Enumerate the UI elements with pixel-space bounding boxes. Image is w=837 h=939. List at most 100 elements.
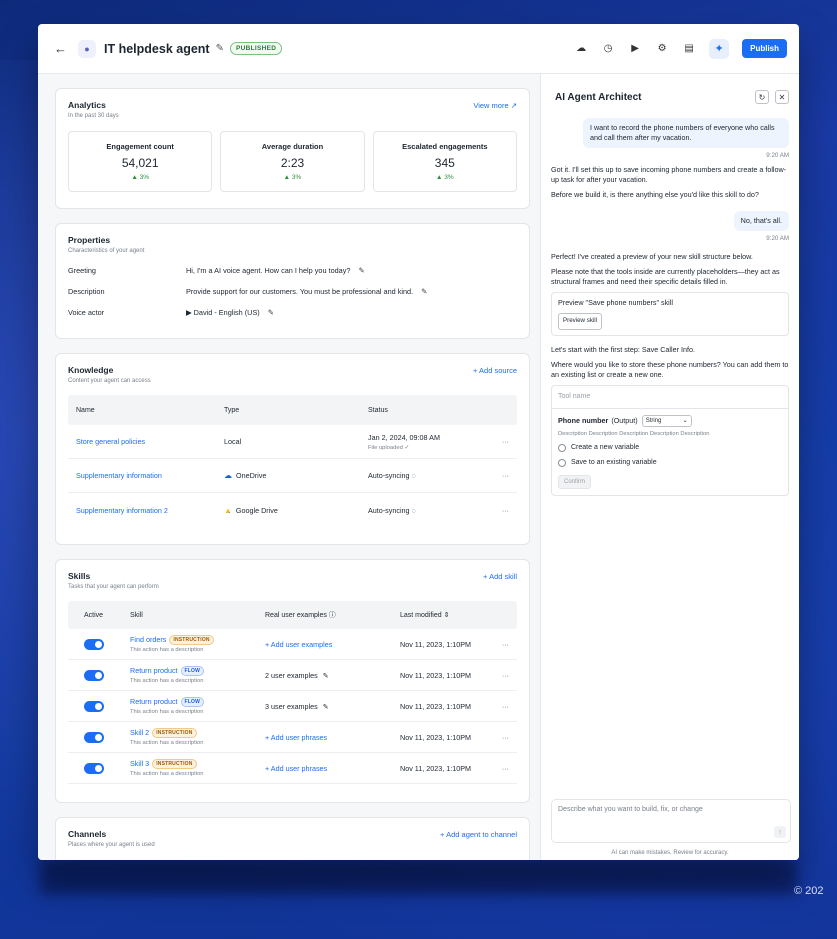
active-toggle[interactable] — [84, 700, 104, 712]
ai-disclaimer: AI can make mistakes. Review for accurac… — [611, 850, 729, 856]
cloud-icon[interactable]: ☁ — [574, 43, 588, 54]
radio-option[interactable]: Save to an existing variable — [558, 458, 782, 468]
radio-button[interactable] — [558, 444, 566, 453]
properties-subtitle: Characteristics of your agent — [68, 248, 145, 254]
property-value: Provide support for our customers. You m… — [186, 287, 414, 296]
add-user-phrases-link[interactable]: + Add user phrases — [265, 764, 400, 773]
tool-name-input[interactable]: Tool name — [552, 386, 788, 409]
add-user-phrases-link[interactable]: + Add user phrases — [265, 733, 400, 742]
add-agent-to-channel-link[interactable]: + Add agent to channel — [440, 830, 517, 839]
assistant-text: Where would you like to store these phon… — [551, 359, 789, 379]
active-toggle[interactable] — [84, 762, 104, 774]
skills-card: Skills Tasks that your agent can perform… — [55, 559, 530, 803]
knowledge-name-link[interactable]: Supplementary information — [76, 471, 224, 480]
view-more-link[interactable]: View more ↗ — [473, 101, 517, 110]
back-arrow-icon[interactable]: ← — [54, 41, 74, 56]
close-icon[interactable]: ✕ — [775, 90, 789, 104]
more-options-icon[interactable]: ··· — [491, 437, 509, 446]
user-examples-cell: 2 user examples ✎ — [265, 671, 400, 680]
table-header: Name Type Status — [68, 395, 517, 425]
skill-description: This action has a description — [130, 740, 204, 746]
properties-title: Properties — [68, 235, 111, 245]
skill-name-link[interactable]: Skill 3 — [130, 759, 149, 768]
knowledge-table: Name Type Status Store general policies … — [68, 395, 517, 527]
ai-sparkle-icon[interactable]: ✦ — [709, 38, 730, 59]
add-skill-link[interactable]: + Add skill — [483, 572, 517, 581]
type-select[interactable]: String ⌄ — [641, 414, 692, 428]
radio-option[interactable]: Create a new variable — [558, 443, 782, 453]
more-options-icon[interactable]: ··· — [491, 640, 509, 649]
copyright-text: © 202 — [794, 885, 824, 897]
more-options-icon[interactable]: ··· — [491, 506, 509, 515]
column-header: Type — [224, 406, 240, 414]
preview-skill-button[interactable]: Preview skill — [558, 313, 603, 330]
active-toggle[interactable] — [84, 731, 104, 743]
send-arrow-icon[interactable]: ↑ — [774, 826, 786, 838]
more-options-icon[interactable]: ··· — [491, 471, 509, 480]
confirm-button[interactable]: Confirm — [558, 474, 592, 490]
assistant-message: Got it. I'll set this up to save incomin… — [551, 165, 789, 200]
knowledge-name-link[interactable]: Supplementary information 2 — [76, 506, 224, 515]
settings-gear-icon[interactable]: ⚙ — [655, 43, 669, 54]
type-label: Local — [224, 437, 242, 446]
edit-name-pencil-icon[interactable]: ✎ — [216, 43, 224, 54]
last-modified: Nov 11, 2023, 1:10PM — [400, 732, 471, 742]
history-icon[interactable]: ◷ — [601, 43, 615, 54]
edit-pencil-icon[interactable]: ✎ — [323, 671, 329, 680]
skill-name-link[interactable]: Find orders — [130, 635, 166, 644]
add-source-link[interactable]: + Add source — [473, 366, 517, 375]
edit-pencil-icon[interactable]: ✎ — [358, 266, 364, 275]
column-header[interactable]: Last modified ⇕ — [400, 611, 509, 619]
skills-table: Active Skill Real user examples ⓘ Last m… — [68, 601, 517, 784]
edit-pencil-icon[interactable]: ✎ — [268, 308, 274, 317]
assistant-text: Please note that the tools inside are cu… — [551, 266, 780, 286]
property-value[interactable]: ▶ David - English (US) — [186, 308, 260, 317]
stat-delta: ▲ 3% — [436, 174, 454, 181]
knowledge-title: Knowledge — [68, 365, 114, 375]
add-user-examples-link[interactable]: + Add user examples — [265, 640, 400, 649]
more-options-icon[interactable]: ··· — [491, 733, 509, 742]
skill-name-link[interactable]: Skill 2 — [130, 728, 149, 737]
play-icon[interactable]: ▶ — [628, 43, 642, 54]
knowledge-card: Knowledge Content your agent can access … — [55, 353, 530, 545]
status-note: File uploaded ✓ — [368, 444, 410, 451]
radio-label: Create a new variable — [571, 444, 640, 452]
chat-composer-input[interactable]: Describe what you want to build, fix, or… — [551, 799, 791, 843]
skill-type-tag: INSTRUCTION — [152, 728, 197, 738]
property-description: Description Provide support for our cust… — [68, 287, 517, 296]
user-examples-count: 2 user examples — [265, 670, 318, 680]
stat-average-duration: Average duration 2:23 ▲ 3% — [220, 131, 365, 192]
stat-value: 2:23 — [280, 156, 305, 170]
skills-subtitle: Tasks that your agent can perform — [68, 584, 159, 590]
knowledge-name-link[interactable]: Store general policies — [76, 437, 224, 446]
stat-value: 54,021 — [121, 156, 159, 170]
main-content: Analytics In the past 30 days View more … — [38, 74, 540, 860]
property-label: Voice actor — [68, 308, 105, 317]
clipboard-icon[interactable]: ▤ — [682, 43, 696, 54]
skill-cell: Return product FLOW This action has a des… — [130, 697, 265, 715]
last-modified: Nov 11, 2023, 1:10PM — [400, 763, 471, 773]
skill-cell: Skill 3 INSTRUCTION This action has a des… — [130, 759, 265, 777]
column-header: Skill — [130, 611, 143, 619]
table-row: Skill 2 INSTRUCTION This action has a des… — [68, 722, 517, 753]
active-cell — [76, 669, 130, 681]
radio-button[interactable] — [558, 459, 566, 468]
more-options-icon[interactable]: ··· — [491, 764, 509, 773]
analytics-subtitle: In the past 30 days — [68, 113, 119, 119]
edit-pencil-icon[interactable]: ✎ — [421, 287, 427, 296]
assistant-message: Perfect! I've created a preview of your … — [551, 252, 789, 287]
refresh-icon[interactable]: ↻ — [755, 90, 769, 104]
more-options-icon[interactable]: ··· — [491, 671, 509, 680]
skill-name-link[interactable]: Return product — [130, 697, 178, 706]
active-toggle[interactable] — [84, 638, 104, 650]
last-modified: Nov 11, 2023, 1:10PM — [400, 701, 471, 711]
publish-button[interactable]: Publish — [742, 39, 787, 58]
edit-pencil-icon[interactable]: ✎ — [323, 702, 329, 711]
radio-label: Save to an existing variable — [571, 459, 657, 467]
skill-name-link[interactable]: Return product — [130, 666, 178, 675]
active-toggle[interactable] — [84, 669, 104, 681]
stat-delta: ▲ 3% — [283, 174, 302, 181]
more-options-icon[interactable]: ··· — [491, 702, 509, 711]
knowledge-subtitle: Content your agent can access — [68, 378, 151, 384]
onedrive-cloud-icon: ☁ — [224, 471, 232, 480]
